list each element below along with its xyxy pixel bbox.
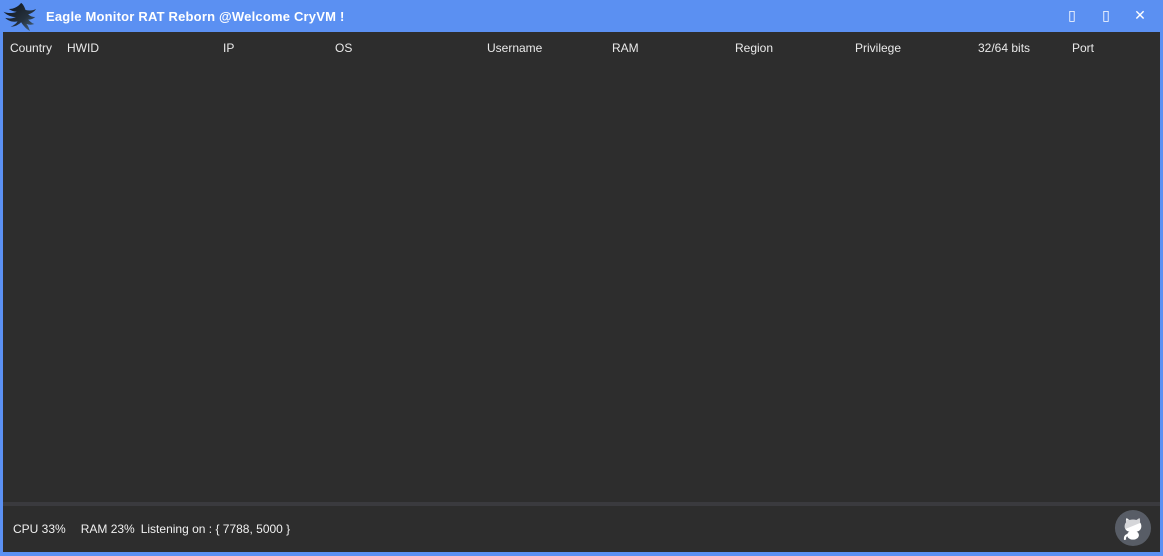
maximize-icon: ▯ — [1102, 8, 1110, 24]
client-table-header: Country HWID IP OS Username RAM Region P… — [3, 32, 1160, 62]
column-header-ip[interactable]: IP — [223, 41, 234, 55]
column-header-port[interactable]: Port — [1072, 41, 1094, 55]
column-header-username[interactable]: Username — [487, 41, 542, 55]
column-header-ram[interactable]: RAM — [612, 41, 639, 55]
column-header-privilege[interactable]: Privilege — [855, 41, 901, 55]
window-title: Eagle Monitor RAT Reborn @Welcome CryVM … — [46, 9, 344, 24]
minimize-button[interactable]: ▯ — [1055, 0, 1089, 32]
column-header-region[interactable]: Region — [735, 41, 773, 55]
app-window: Eagle Monitor RAT Reborn @Welcome CryVM … — [0, 0, 1163, 556]
client-area: Country HWID IP OS Username RAM Region P… — [3, 32, 1160, 552]
column-header-os[interactable]: OS — [335, 41, 352, 55]
maximize-button[interactable]: ▯ — [1089, 0, 1123, 32]
github-octocat-icon[interactable] — [1114, 509, 1152, 547]
close-button[interactable]: ✕ — [1123, 0, 1157, 32]
listening-ports-label: Listening on : { 7788, 5000 } — [141, 522, 290, 536]
ram-usage-label: RAM 23% — [81, 522, 135, 536]
client-list-empty-area[interactable] — [3, 62, 1160, 502]
cpu-usage-label: CPU 33% — [13, 522, 66, 536]
minimize-icon: ▯ — [1068, 8, 1076, 24]
column-header-bits[interactable]: 32/64 bits — [978, 41, 1030, 55]
status-bar: CPU 33% RAM 23% Listening on : { 7788, 5… — [3, 506, 1160, 552]
title-bar[interactable]: Eagle Monitor RAT Reborn @Welcome CryVM … — [0, 0, 1163, 32]
column-header-hwid[interactable]: HWID — [67, 41, 99, 55]
close-icon: ✕ — [1134, 8, 1146, 24]
column-header-country[interactable]: Country — [10, 41, 52, 55]
eagle-logo-icon — [2, 2, 42, 32]
